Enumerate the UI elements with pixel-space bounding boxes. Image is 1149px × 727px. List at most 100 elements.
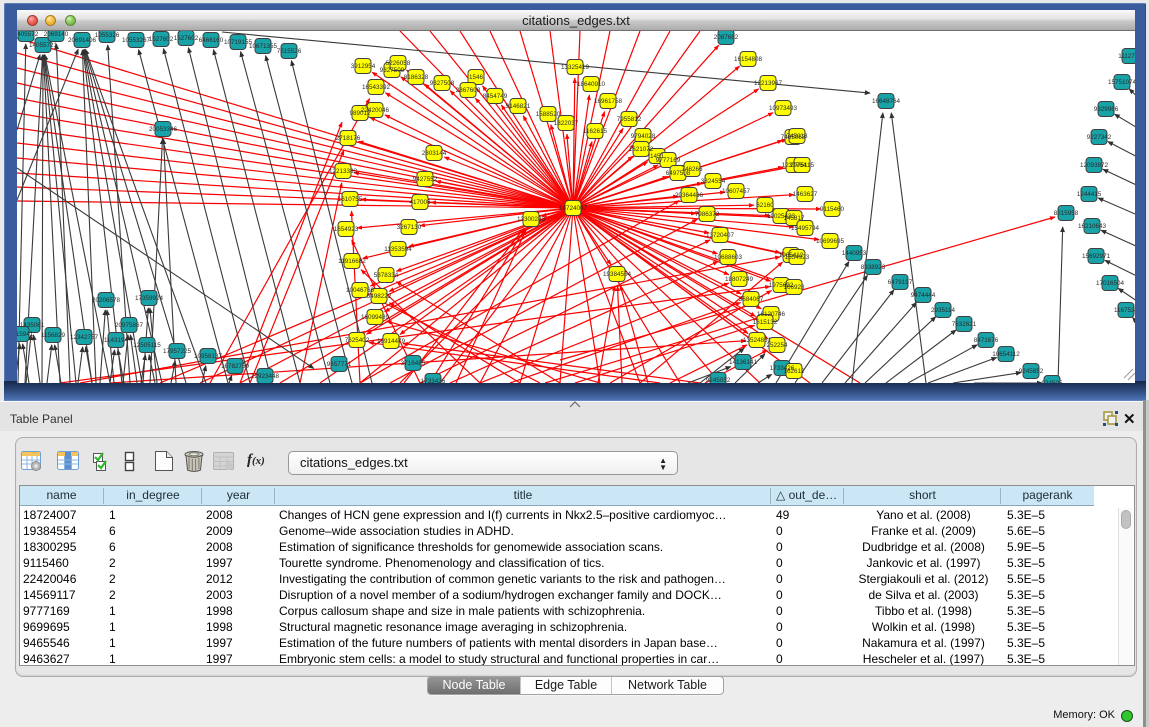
svg-text:19384554: 19384554 — [603, 271, 632, 278]
svg-text:20053346: 20053346 — [149, 126, 178, 133]
svg-text:162612: 162612 — [783, 368, 805, 375]
svg-text:1244415: 1244415 — [1077, 191, 1102, 198]
svg-text:2803144: 2803144 — [422, 150, 447, 157]
svg-text:10671355: 10671355 — [249, 43, 278, 50]
svg-text:17359924: 17359924 — [135, 295, 164, 302]
svg-text:3716485: 3716485 — [401, 360, 426, 367]
svg-text:7986372: 7986372 — [695, 211, 720, 218]
svg-text:6479197: 6479197 — [888, 279, 913, 286]
svg-text:1588520: 1588520 — [536, 111, 561, 118]
svg-text:12342757: 12342757 — [70, 334, 99, 341]
svg-text:145817: 145817 — [783, 215, 805, 222]
svg-text:15692971: 15692971 — [1082, 253, 1111, 260]
svg-text:3267130: 3267130 — [397, 224, 422, 231]
svg-text:17957225: 17957225 — [163, 348, 192, 355]
svg-text:1654923: 1654923 — [785, 254, 810, 261]
svg-text:1055326: 1055326 — [95, 32, 120, 39]
svg-text:9474444: 9474444 — [911, 292, 936, 299]
svg-text:1167534: 1167534 — [1114, 307, 1135, 314]
svg-text:1527602: 1527602 — [174, 35, 199, 42]
svg-text:12923448: 12923448 — [251, 373, 280, 380]
svg-text:924505: 924505 — [1041, 380, 1063, 383]
svg-text:9115460: 9115460 — [820, 206, 845, 213]
svg-text:20364436: 20364436 — [675, 192, 704, 199]
svg-text:2069140: 2069140 — [44, 31, 69, 38]
svg-text:989012: 989012 — [349, 110, 371, 117]
svg-text:746266: 746266 — [681, 166, 703, 173]
svg-text:9245852: 9245852 — [1019, 368, 1044, 375]
svg-text:9427552: 9427552 — [413, 176, 438, 183]
svg-text:16782759: 16782759 — [221, 363, 250, 370]
svg-text:1463627: 1463627 — [793, 191, 818, 198]
svg-text:15495794: 15495794 — [791, 225, 820, 232]
svg-text:11916682: 11916682 — [338, 258, 366, 265]
svg-text:16210643: 16210643 — [1078, 223, 1107, 230]
svg-text:11353594: 11353594 — [384, 246, 412, 253]
svg-text:252254: 252254 — [766, 342, 788, 349]
svg-text:5226058: 5226058 — [386, 60, 411, 67]
svg-text:1610755: 1610755 — [338, 196, 363, 203]
svg-text:16099489: 16099489 — [361, 314, 390, 321]
svg-text:13300283: 13300283 — [517, 216, 546, 223]
svg-text:2867608: 2867608 — [456, 87, 481, 94]
svg-text:7632621: 7632621 — [952, 321, 977, 328]
svg-text:5498222: 5498222 — [367, 293, 392, 300]
svg-text:1822037: 1822037 — [554, 120, 579, 127]
svg-text:7625402: 7625402 — [345, 337, 370, 344]
svg-text:16120746: 16120746 — [757, 311, 786, 318]
svg-text:12213967: 12213967 — [754, 80, 783, 87]
svg-text:2718176: 2718176 — [336, 135, 361, 142]
svg-text:8454749: 8454749 — [483, 93, 508, 100]
svg-text:9146821: 9146821 — [506, 103, 531, 110]
svg-text:16961758: 16961758 — [594, 98, 623, 105]
svg-text:1143194: 1143194 — [104, 337, 129, 344]
svg-text:1440953: 1440953 — [842, 250, 867, 257]
svg-text:1615132: 1615132 — [753, 319, 778, 326]
svg-text:1527602: 1527602 — [149, 36, 174, 43]
svg-text:3915941: 3915941 — [17, 331, 34, 338]
svg-text:8186328: 8186328 — [404, 74, 429, 81]
svg-text:1621072: 1621072 — [629, 146, 654, 153]
svg-text:10973493: 10973493 — [769, 105, 798, 112]
svg-text:10553267: 10553267 — [122, 37, 151, 44]
svg-text:13325419: 13325419 — [561, 64, 590, 71]
svg-text:9329966: 9329966 — [1094, 106, 1119, 113]
svg-text:14136141: 14136141 — [729, 359, 758, 366]
svg-text:2935114: 2935114 — [931, 307, 956, 314]
svg-text:9245052: 9245052 — [706, 377, 731, 383]
svg-text:18807249: 18807249 — [725, 276, 754, 283]
svg-text:13720407: 13720407 — [706, 232, 735, 239]
svg-text:1546: 1546 — [469, 74, 484, 81]
svg-text:2975115: 2975115 — [790, 162, 815, 169]
svg-text:7515526: 7515526 — [277, 48, 302, 55]
svg-text:3824554: 3824554 — [701, 178, 726, 185]
svg-text:16154808: 16154808 — [734, 56, 763, 63]
svg-text:12093872: 12093872 — [1080, 162, 1109, 169]
svg-text:14055721: 14055721 — [29, 42, 58, 49]
svg-text:166928: 166928 — [783, 284, 805, 291]
svg-text:18640910: 18640910 — [577, 81, 606, 88]
svg-text:9657771: 9657771 — [327, 361, 352, 368]
svg-text:8938923: 8938923 — [861, 264, 886, 271]
svg-text:417006: 417006 — [409, 199, 431, 206]
svg-text:5878334: 5878334 — [374, 272, 399, 279]
svg-text:12213383: 12213383 — [329, 168, 358, 175]
svg-text:745013: 745013 — [786, 133, 808, 140]
svg-text:20206578: 20206578 — [92, 297, 121, 304]
svg-text:17016504: 17016504 — [1096, 280, 1125, 287]
svg-text:8471676: 8471676 — [974, 337, 999, 344]
svg-text:1405572: 1405572 — [17, 31, 39, 38]
svg-text:1162615: 1162615 — [583, 128, 608, 135]
svg-text:9327509: 9327509 — [380, 67, 405, 74]
svg-text:16914479: 16914479 — [377, 338, 406, 345]
svg-text:3912954: 3912954 — [351, 63, 376, 70]
svg-text:20975867: 20975867 — [115, 322, 144, 329]
svg-text:9327508: 9327508 — [430, 80, 455, 87]
svg-text:9777169: 9777169 — [656, 157, 681, 164]
svg-text:1156829: 1156829 — [41, 332, 66, 339]
svg-text:3684067: 3684067 — [739, 296, 764, 303]
svg-text:16543392: 16543392 — [362, 84, 391, 91]
svg-text:10607457: 10607457 — [722, 188, 751, 195]
svg-text:62160: 62160 — [756, 202, 774, 209]
svg-text:2087682: 2087682 — [714, 34, 739, 41]
